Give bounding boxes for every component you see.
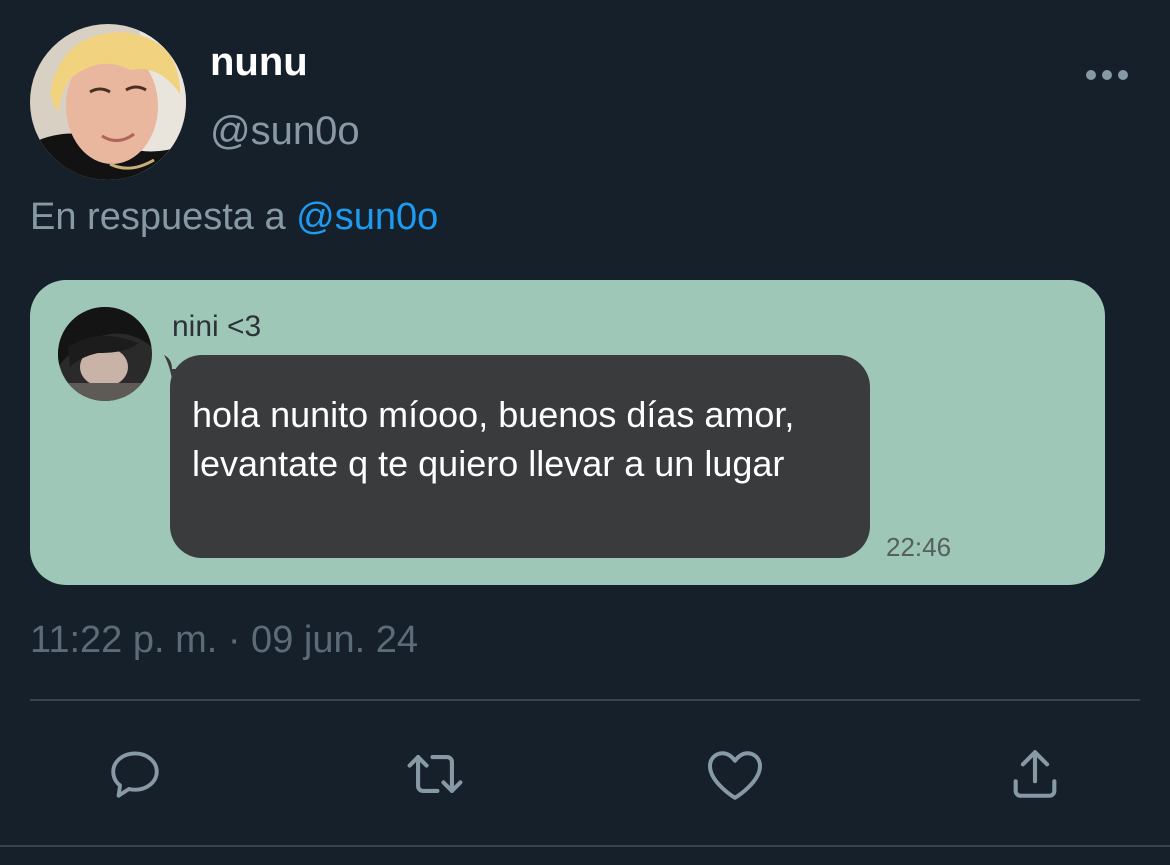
retweet-icon[interactable]: [403, 742, 467, 806]
reply-mention-link[interactable]: @sun0o: [296, 196, 438, 238]
more-horizontal-icon[interactable]: [1086, 66, 1128, 84]
chat-message-text: hola nunito míooo, buenos días amor, lev…: [192, 394, 795, 484]
share-icon[interactable]: [1003, 742, 1067, 806]
display-name[interactable]: nunu: [210, 40, 308, 84]
reply-icon[interactable]: [103, 742, 167, 806]
chat-sender-avatar: [58, 307, 152, 401]
divider-bottom: [0, 845, 1170, 847]
reply-context: En respuesta a @sun0o: [30, 194, 438, 240]
user-handle[interactable]: @sun0o: [210, 108, 360, 154]
chat-sender-name: nini <3: [172, 310, 262, 343]
profile-avatar[interactable]: [30, 24, 186, 180]
tweet-timestamp[interactable]: 11:22 p. m. · 09 jun. 24: [30, 618, 418, 662]
divider: [30, 699, 1140, 701]
heart-icon[interactable]: [703, 742, 767, 806]
chat-screenshot-card[interactable]: nini <3 hola nunito míooo, buenos días a…: [30, 280, 1105, 585]
chat-message-time: 22:46: [886, 532, 952, 562]
reply-prefix: En respuesta a: [30, 196, 286, 238]
